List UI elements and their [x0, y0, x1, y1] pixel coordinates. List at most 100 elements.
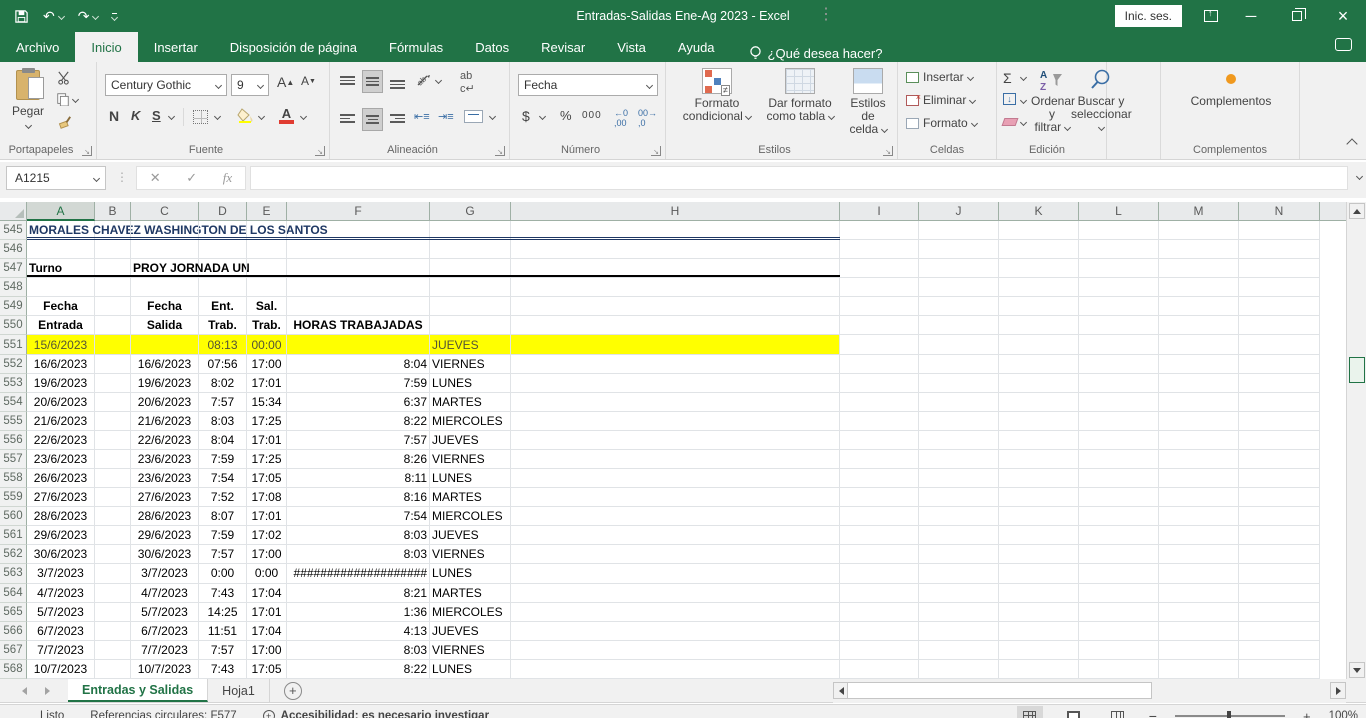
- cell-E561[interactable]: 17:02: [247, 526, 287, 545]
- cell-K545[interactable]: [999, 221, 1079, 240]
- row-number-547[interactable]: 547: [0, 259, 27, 278]
- cell-L566[interactable]: [1079, 622, 1159, 641]
- cell-K552[interactable]: [999, 355, 1079, 374]
- cell-N547[interactable]: [1239, 259, 1320, 278]
- underline-button[interactable]: S: [152, 108, 161, 123]
- cell-K553[interactable]: [999, 374, 1079, 393]
- row-number-558[interactable]: 558: [0, 469, 27, 488]
- cell-G568[interactable]: LUNES: [430, 660, 511, 679]
- cell-G545[interactable]: [430, 221, 511, 240]
- cell-C567[interactable]: 7/7/2023: [131, 641, 199, 660]
- column-header-I[interactable]: I: [840, 202, 919, 221]
- cell-J564[interactable]: [919, 584, 999, 603]
- cell-J568[interactable]: [919, 660, 999, 679]
- bold-button[interactable]: N: [109, 108, 119, 124]
- cell-J550[interactable]: [919, 316, 999, 335]
- chevron-down-icon[interactable]: [489, 113, 496, 120]
- select-all-corner[interactable]: [0, 202, 27, 221]
- cell-D566[interactable]: 11:51: [199, 622, 247, 641]
- cell-L554[interactable]: [1079, 393, 1159, 412]
- cell-D550[interactable]: Trab.: [199, 316, 247, 335]
- cell-D553[interactable]: 8:02: [199, 374, 247, 393]
- cancel-icon[interactable]: ✕: [150, 170, 161, 186]
- cell-K560[interactable]: [999, 507, 1079, 526]
- dialog-launcher-icon[interactable]: [883, 146, 893, 156]
- cell-J562[interactable]: [919, 545, 999, 564]
- cell-I565[interactable]: [840, 603, 919, 622]
- normal-view-icon[interactable]: [1017, 706, 1043, 718]
- cell-M551[interactable]: [1159, 335, 1239, 354]
- column-header-H[interactable]: H: [511, 202, 840, 221]
- chevron-down-icon[interactable]: [1020, 119, 1027, 126]
- cell-L556[interactable]: [1079, 431, 1159, 450]
- chevron-down-icon[interactable]: [435, 77, 442, 84]
- sort-filter-button[interactable]: AZ Ordenar yfiltrar: [1031, 68, 1073, 134]
- cell-M554[interactable]: [1159, 393, 1239, 412]
- cell-I561[interactable]: [840, 526, 919, 545]
- cell-F551[interactable]: [287, 335, 430, 354]
- cell-F557[interactable]: 8:26: [287, 450, 430, 469]
- cell-G547[interactable]: [430, 259, 511, 278]
- cell-N555[interactable]: [1239, 412, 1320, 431]
- cell-I553[interactable]: [840, 374, 919, 393]
- insert-cells-button[interactable]: Insertar: [906, 70, 973, 84]
- cell-B567[interactable]: [95, 641, 131, 660]
- formula-bar-expand-icon[interactable]: [1356, 173, 1363, 180]
- cell-C551[interactable]: [131, 335, 199, 354]
- cell-K567[interactable]: [999, 641, 1079, 660]
- cell-N567[interactable]: [1239, 641, 1320, 660]
- row-number-559[interactable]: 559: [0, 488, 27, 507]
- column-header-A[interactable]: A: [27, 202, 95, 221]
- cell-B548[interactable]: [95, 278, 131, 297]
- cell-I556[interactable]: [840, 431, 919, 450]
- cell-H553[interactable]: [511, 374, 840, 393]
- cell-E550[interactable]: Trab.: [247, 316, 287, 335]
- cell-G548[interactable]: [430, 278, 511, 297]
- enter-icon[interactable]: ✓: [186, 170, 197, 186]
- format-as-table-button[interactable]: Dar formatocomo tabla: [762, 68, 838, 123]
- name-box[interactable]: A1215: [6, 166, 106, 190]
- cell-C548[interactable]: [131, 278, 199, 297]
- cell-F549[interactable]: [287, 297, 430, 316]
- font-color-icon[interactable]: A: [279, 106, 294, 124]
- cell-B549[interactable]: [95, 297, 131, 316]
- cell-M563[interactable]: [1159, 564, 1239, 583]
- cell-G557[interactable]: VIERNES: [430, 450, 511, 469]
- cell-M566[interactable]: [1159, 622, 1239, 641]
- vertical-scroll-thumb[interactable]: [1349, 357, 1365, 383]
- cell-N551[interactable]: [1239, 335, 1320, 354]
- cell-C559[interactable]: 27/6/2023: [131, 488, 199, 507]
- cell-N558[interactable]: [1239, 469, 1320, 488]
- cell-C549[interactable]: Fecha: [131, 297, 199, 316]
- cell-A551[interactable]: 15/6/2023: [27, 335, 95, 354]
- zoom-slider[interactable]: [1175, 715, 1285, 717]
- cell-A550[interactable]: Entrada: [27, 316, 95, 335]
- cell-K559[interactable]: [999, 488, 1079, 507]
- cell-G561[interactable]: JUEVES: [430, 526, 511, 545]
- cell-E545[interactable]: [247, 221, 287, 240]
- fill-icon[interactable]: ↓: [1003, 93, 1016, 105]
- row-number-561[interactable]: 561: [0, 526, 27, 545]
- cell-A547[interactable]: Turno: [27, 259, 95, 278]
- cell-N556[interactable]: [1239, 431, 1320, 450]
- cell-J551[interactable]: [919, 335, 999, 354]
- cell-A548[interactable]: [27, 278, 95, 297]
- column-header-C[interactable]: C: [131, 202, 199, 221]
- cell-J566[interactable]: [919, 622, 999, 641]
- cell-C554[interactable]: 20/6/2023: [131, 393, 199, 412]
- cell-G558[interactable]: LUNES: [430, 469, 511, 488]
- cell-M568[interactable]: [1159, 660, 1239, 679]
- row-number-562[interactable]: 562: [0, 545, 27, 564]
- cell-B561[interactable]: [95, 526, 131, 545]
- format-cells-button[interactable]: Formato: [906, 116, 977, 130]
- chevron-down-icon[interactable]: [214, 113, 221, 120]
- cell-B556[interactable]: [95, 431, 131, 450]
- tab-archivo[interactable]: Archivo: [0, 32, 75, 62]
- cell-C560[interactable]: 28/6/2023: [131, 507, 199, 526]
- cell-I548[interactable]: [840, 278, 919, 297]
- cell-I562[interactable]: [840, 545, 919, 564]
- cell-H563[interactable]: [511, 564, 840, 583]
- cell-M558[interactable]: [1159, 469, 1239, 488]
- scroll-up-icon[interactable]: [1349, 203, 1365, 219]
- cell-N553[interactable]: [1239, 374, 1320, 393]
